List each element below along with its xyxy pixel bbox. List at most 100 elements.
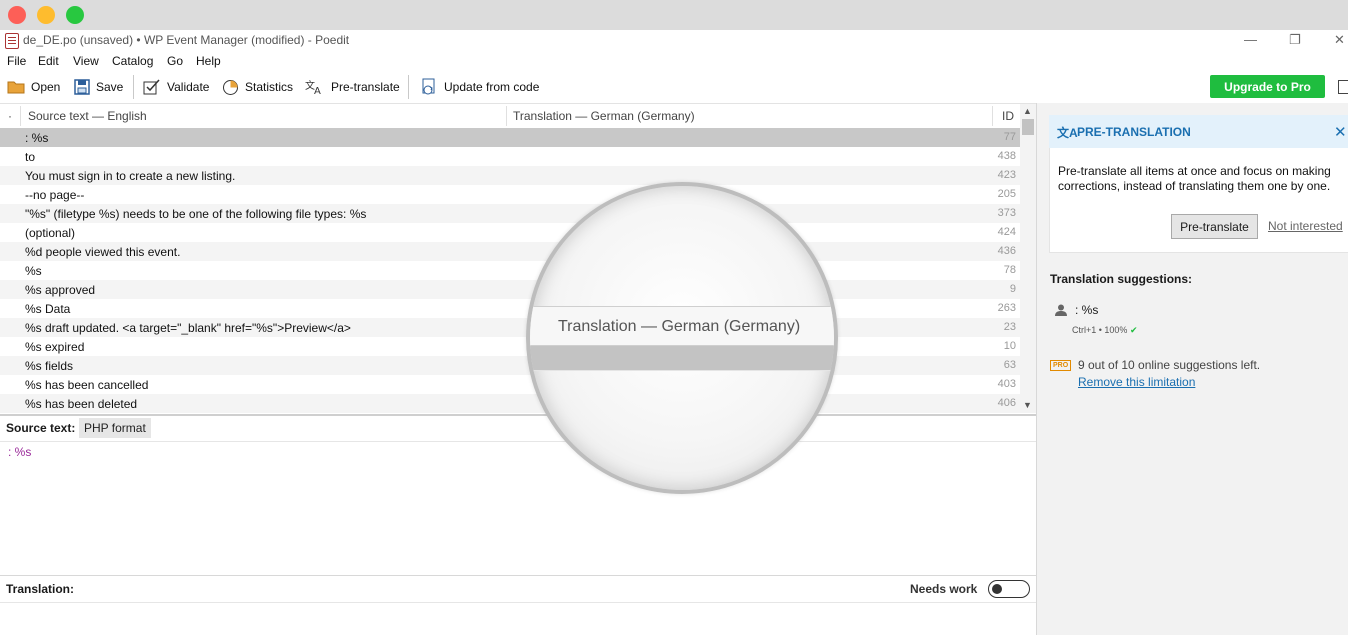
needs-work-label: Needs work — [910, 582, 978, 596]
sidebar-toggle-icon[interactable] — [1338, 80, 1348, 94]
pane-splitter[interactable] — [0, 414, 1036, 416]
table-row[interactable]: --no page-- 205 — [0, 185, 1020, 204]
refresh-document-icon — [422, 78, 435, 95]
table-row[interactable]: %s 78 — [0, 261, 1020, 280]
table-row[interactable]: (optional) 424 — [0, 223, 1020, 242]
translate-icon: 文A — [1057, 126, 1078, 140]
table-row[interactable]: %d people viewed this event. 436 — [0, 242, 1020, 261]
menu-edit[interactable]: Edit — [38, 54, 59, 68]
row-source: %s — [25, 264, 42, 278]
status-column-header[interactable]: · — [8, 109, 12, 123]
open-label: Open — [31, 80, 61, 94]
row-id: 436 — [997, 245, 1016, 257]
row-source: %s Data — [25, 302, 71, 316]
window-title: de_DE.po (unsaved) • WP Event Manager (m… — [23, 33, 350, 47]
row-source: (optional) — [25, 226, 76, 240]
table-row[interactable]: %s has been cancelled 403 — [0, 375, 1020, 394]
menu-view[interactable]: View — [73, 54, 99, 68]
php-format-badge: PHP format — [79, 418, 151, 438]
folder-icon — [7, 81, 25, 94]
magnified-column-header: Translation — German (Germany) — [558, 318, 801, 335]
save-label: Save — [96, 80, 124, 94]
row-id: 373 — [997, 207, 1016, 219]
table-row[interactable]: %s approved 9 — [0, 280, 1020, 299]
row-id: 423 — [997, 169, 1016, 181]
row-source: %s draft updated. <a target="_blank" hre… — [25, 321, 351, 335]
menu-file[interactable]: File — [7, 54, 26, 68]
magnifier-lens: Translation — German (Germany) — [526, 182, 838, 494]
row-id: 9 — [1009, 283, 1016, 295]
table-row[interactable]: %s fields 63 — [0, 356, 1020, 375]
scroll-up-icon[interactable]: ▲ — [1023, 106, 1032, 116]
minimize-window-button[interactable] — [37, 6, 55, 24]
row-id: 78 — [1003, 264, 1016, 276]
menu-help[interactable]: Help — [196, 54, 221, 68]
mac-frame — [0, 0, 1348, 30]
not-interested-link[interactable]: Not interested — [1268, 219, 1343, 233]
suggestions-left-text: 9 out of 10 online suggestions left. — [1078, 358, 1261, 372]
suggestion-shortcut: Ctrl+1 • 100% — [1072, 325, 1128, 335]
source-column-header[interactable]: Source text — English — [28, 109, 147, 123]
list-scrollbar[interactable] — [1020, 104, 1036, 413]
minimize-icon[interactable]: — — [1244, 32, 1257, 47]
row-source: : %s — [25, 131, 49, 145]
update-from-code-button[interactable]: Update from code — [420, 77, 539, 97]
row-source: %s has been deleted — [25, 397, 138, 411]
scrollbar-thumb[interactable] — [1022, 119, 1034, 135]
toggle-knob — [992, 584, 1002, 594]
row-id: 263 — [997, 302, 1016, 314]
suggestion-meta: Ctrl+1 • 100% ✔ — [1072, 325, 1138, 336]
suggestion-item[interactable]: : %s — [1075, 303, 1098, 317]
column-separator — [992, 106, 993, 126]
open-button[interactable]: Open — [7, 77, 60, 97]
needs-work-toggle[interactable] — [988, 580, 1030, 598]
restore-icon[interactable]: ❐ — [1289, 32, 1301, 48]
table-row[interactable]: %s draft updated. <a target="_blank" hre… — [0, 318, 1020, 337]
upgrade-to-pro-button[interactable]: Upgrade to Pro — [1210, 75, 1325, 98]
table-row[interactable]: : %s 77 — [0, 128, 1020, 147]
table-row[interactable]: %s has been deleted 406 — [0, 394, 1020, 413]
scroll-down-icon[interactable]: ▼ — [1023, 400, 1032, 410]
remove-limitation-link[interactable]: Remove this limitation — [1078, 375, 1195, 389]
validate-label: Validate — [167, 80, 210, 94]
row-source: %s has been cancelled — [25, 378, 149, 392]
row-id: 23 — [1003, 321, 1016, 333]
table-row[interactable]: to 438 — [0, 147, 1020, 166]
table-row[interactable]: "%s" (filetype %s) needs to be one of th… — [0, 204, 1020, 223]
checkbox-icon — [143, 79, 160, 95]
row-id: 10 — [1003, 340, 1016, 352]
menu-go[interactable]: Go — [167, 54, 183, 68]
row-source: %d people viewed this event. — [25, 245, 181, 259]
divider — [0, 575, 1036, 576]
pro-badge: PRO — [1050, 360, 1072, 371]
menu-catalog[interactable]: Catalog — [112, 54, 153, 68]
divider — [0, 441, 1036, 442]
close-icon[interactable]: ✕ — [1334, 123, 1347, 141]
toolbar-separator — [408, 75, 409, 99]
validate-button[interactable]: Validate — [143, 77, 209, 97]
pretranslate-label: Pre-translate — [331, 80, 400, 94]
source-text-view: : %s — [8, 445, 32, 459]
statistics-button[interactable]: Statistics — [222, 77, 293, 97]
table-row[interactable]: You must sign in to create a new listing… — [0, 166, 1020, 185]
svg-text:A: A — [314, 86, 321, 95]
close-window-button[interactable] — [8, 6, 26, 24]
translation-column-header[interactable]: Translation — German (Germany) — [513, 109, 695, 123]
pretranslate-card-button[interactable]: Pre-translate — [1171, 214, 1258, 239]
table-row[interactable]: %s expired 10 — [0, 337, 1020, 356]
close-icon[interactable]: ✕ — [1334, 32, 1345, 48]
row-source: %s fields — [25, 359, 74, 373]
id-column-header[interactable]: ID — [1002, 109, 1014, 123]
magnified-divider — [530, 370, 834, 371]
table-row[interactable]: %s Data 263 — [0, 299, 1020, 318]
toolbar-separator — [133, 75, 134, 99]
row-source: "%s" (filetype %s) needs to be one of th… — [25, 207, 367, 221]
pretranslation-title: PRE-TRANSLATION — [1077, 125, 1191, 139]
row-source: --no page-- — [25, 188, 85, 202]
floppy-icon — [74, 79, 90, 95]
zoom-window-button[interactable] — [66, 6, 84, 24]
save-button[interactable]: Save — [74, 77, 123, 97]
suggestions-title: Translation suggestions: — [1050, 272, 1193, 286]
pretranslate-button[interactable]: 文A Pre-translate — [305, 77, 400, 97]
translation-input[interactable] — [0, 603, 1036, 635]
